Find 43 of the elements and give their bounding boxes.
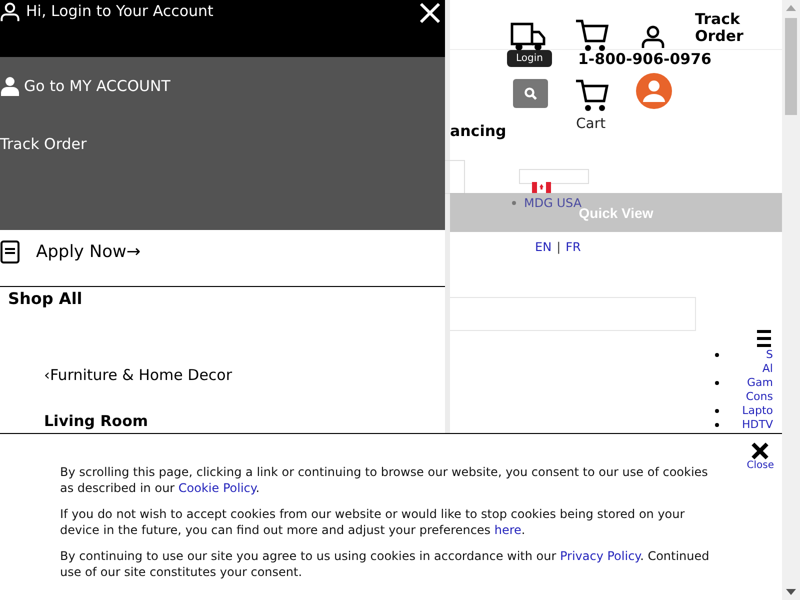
document-icon — [0, 240, 20, 264]
cart-icon[interactable] — [575, 78, 609, 112]
subsection-title[interactable]: Living Room — [44, 412, 445, 430]
language-link[interactable]: FR — [566, 240, 581, 254]
person-icon — [0, 2, 20, 22]
menu-link[interactable]: HDTV — [742, 418, 773, 432]
country-link[interactable]: MDG USA — [524, 196, 582, 210]
avatar-icon[interactable] — [636, 73, 672, 109]
menu-link[interactable]: Gam Cons — [746, 376, 773, 404]
policy-link[interactable]: Cookie Policy — [178, 481, 256, 495]
back-link[interactable]: ‹Furniture & Home Decor — [44, 366, 232, 384]
scroll-down-icon[interactable] — [786, 589, 796, 595]
person-icon — [641, 25, 665, 49]
phone-number: 1-800-906-0976 — [578, 50, 712, 68]
search-field[interactable] — [450, 297, 696, 331]
drawer-title: Hi, Login to Your Account — [26, 2, 214, 20]
track-order-link[interactable]: Track Order — [695, 11, 744, 45]
cookie-notice: If you do not wish to accept cookies from our website or would like to stop cookies being stored on your device in the future, you can find out more and adjust your preferences here. — [60, 506, 686, 538]
financing-link[interactable]: ancing — [450, 122, 506, 140]
search-button[interactable] — [513, 79, 548, 108]
cookie-notice: By continuing to use our site you agree to us using cookies in accordance with our Privacy Policy. Continued use of our site constitutes your consent. — [60, 548, 710, 580]
close-button[interactable]: Close — [746, 442, 774, 471]
cookie-notice: By scrolling this page, clicking a link or continuing to browse our website, you consent to our use of cookies as described in our Cookie Policy. — [60, 464, 709, 496]
menu-icon[interactable] — [757, 330, 771, 347]
tooltip: Login — [507, 50, 552, 67]
menu-link[interactable]: Lapto — [742, 404, 773, 418]
flag-icon — [532, 182, 551, 193]
apply-now-link[interactable]: Apply Now→ — [36, 242, 141, 262]
search-icon — [524, 87, 537, 100]
cart-label[interactable]: Cart — [576, 116, 606, 132]
scrollbar-thumb[interactable] — [785, 18, 797, 115]
policy-link[interactable]: here — [494, 523, 522, 537]
person-icon — [0, 76, 20, 96]
policy-link[interactable]: Privacy Policy — [560, 549, 640, 563]
language-link[interactable]: EN — [535, 240, 552, 254]
menu-link[interactable]: S Al — [762, 348, 773, 376]
cart-icon[interactable] — [575, 18, 609, 52]
account-link[interactable]: Go to MY ACCOUNT — [24, 77, 170, 95]
close-icon — [751, 442, 770, 460]
account-link[interactable]: Track Order — [0, 135, 87, 153]
truck-icon[interactable] — [510, 22, 546, 52]
separator: | — [556, 240, 561, 254]
section-title: Shop All — [8, 289, 84, 308]
